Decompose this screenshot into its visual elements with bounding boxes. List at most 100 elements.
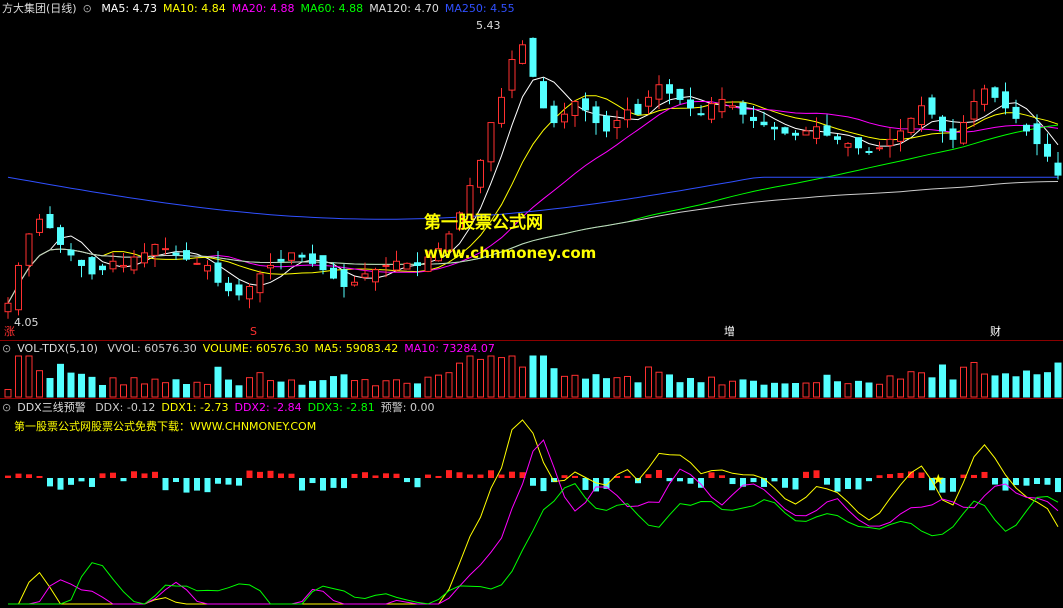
candle-body <box>571 101 579 116</box>
vol-indicator-1: VOLUME: 60576.30 <box>202 342 309 355</box>
settings-icon[interactable]: ⊙ <box>2 342 11 355</box>
ddx-bar <box>456 472 463 478</box>
ddx-bar <box>372 475 379 478</box>
candle-body <box>760 121 768 126</box>
candle-body <box>823 125 831 136</box>
candle-body <box>865 150 873 153</box>
candle-body <box>655 84 663 100</box>
ddx-title[interactable]: DDX三线预警 <box>17 401 85 414</box>
volume-bar <box>288 379 295 398</box>
settings-icon[interactable]: ⊙ <box>83 2 92 15</box>
candle-body <box>939 116 946 132</box>
ddx-bar <box>1055 478 1061 493</box>
candle-body <box>897 130 904 142</box>
volume-bar <box>256 372 264 398</box>
volume-bar <box>592 374 600 398</box>
ddx-bar <box>918 472 925 478</box>
volume-bar <box>78 373 85 398</box>
candle-body <box>267 264 274 269</box>
volume-title[interactable]: VOL-TDX(5,10) <box>17 342 98 355</box>
vol-indicator-0: VVOL: 60576.30 <box>107 342 197 355</box>
volume-bar <box>645 366 652 398</box>
candle-body <box>36 218 43 233</box>
candle-body <box>414 262 421 266</box>
marker-cai: 财 <box>990 325 1001 338</box>
ddx2-line <box>8 439 1059 605</box>
candle-body <box>246 285 253 300</box>
candle-body <box>487 122 495 163</box>
ddx-bar <box>414 478 421 488</box>
ddx-bar <box>141 473 148 478</box>
ddx-bars: ★ <box>5 470 1061 493</box>
marker-zeng: 增 <box>724 325 735 338</box>
volume-bar <box>540 355 547 398</box>
ddx-bar <box>992 478 998 485</box>
volume-bar <box>771 382 778 398</box>
candle-body <box>183 250 190 260</box>
volume-bar <box>130 377 138 398</box>
volume-bar <box>666 374 673 398</box>
ddx-bar <box>687 478 694 484</box>
volume-bar <box>246 377 253 398</box>
ddx-bar <box>425 474 431 478</box>
settings-icon[interactable]: ⊙ <box>2 401 11 414</box>
ddx-bar <box>68 478 74 485</box>
volume-bar <box>414 383 421 398</box>
volume-bar <box>204 383 211 398</box>
volume-bar <box>708 376 715 398</box>
candle-body <box>792 132 799 136</box>
volume-bar <box>267 380 274 398</box>
ddx-bar <box>708 472 715 478</box>
candle-body <box>739 102 747 115</box>
volume-bar <box>876 383 883 398</box>
ma-indicator-4: MA120: 4.70 <box>369 2 439 15</box>
volume-bar <box>120 384 127 398</box>
candle-body <box>855 137 862 149</box>
volume-bar <box>634 382 642 398</box>
ddx-bar <box>162 478 169 491</box>
volume-bar <box>750 380 757 398</box>
volume-bar <box>36 370 43 398</box>
stock-title[interactable]: 方大集团(日线) <box>2 2 77 15</box>
volume-bar <box>676 382 684 398</box>
ddx-bar <box>278 473 284 478</box>
ddx-bar <box>834 478 841 492</box>
ddx-bar <box>824 478 830 485</box>
ddx-bar <box>267 470 274 478</box>
candle-body <box>1012 106 1020 119</box>
volume-bar <box>141 383 148 398</box>
ddx-bar <box>813 470 820 478</box>
volume-bar <box>277 381 285 398</box>
ddx-indicator-1: DDX1: -2.73 <box>161 401 229 414</box>
candle-body <box>1044 143 1051 157</box>
ddx-bar <box>383 473 389 478</box>
ddx-bar <box>771 478 778 482</box>
ddx-bar <box>47 478 53 487</box>
ddx-bar <box>530 478 536 486</box>
ddx-bar <box>1034 478 1040 484</box>
marker-zhang: 涨 <box>4 325 15 338</box>
ddx-bar <box>341 478 347 489</box>
ddx-indicator-4: 预警: 0.00 <box>380 401 435 414</box>
ddx-bar <box>950 478 956 492</box>
ddx-bar <box>677 478 683 482</box>
volume-bar <box>949 379 957 398</box>
candle-body <box>771 126 778 130</box>
candle-body <box>319 255 327 271</box>
ddx-bar <box>645 474 652 478</box>
candle-body <box>235 284 243 296</box>
candle-body <box>193 262 201 265</box>
volume-bar <box>729 380 736 398</box>
candle-body <box>928 97 936 115</box>
volume-bar <box>109 377 117 398</box>
candle-body <box>109 260 117 270</box>
ddx-bar <box>435 475 442 478</box>
volume-bar <box>162 382 169 398</box>
volume-bar <box>939 364 946 398</box>
candle-body <box>550 105 558 124</box>
ddx-bar <box>99 473 106 478</box>
candle-body <box>603 115 610 132</box>
candle-body <box>697 113 705 116</box>
ddx-bar <box>509 471 515 478</box>
volume-bar <box>550 368 558 398</box>
